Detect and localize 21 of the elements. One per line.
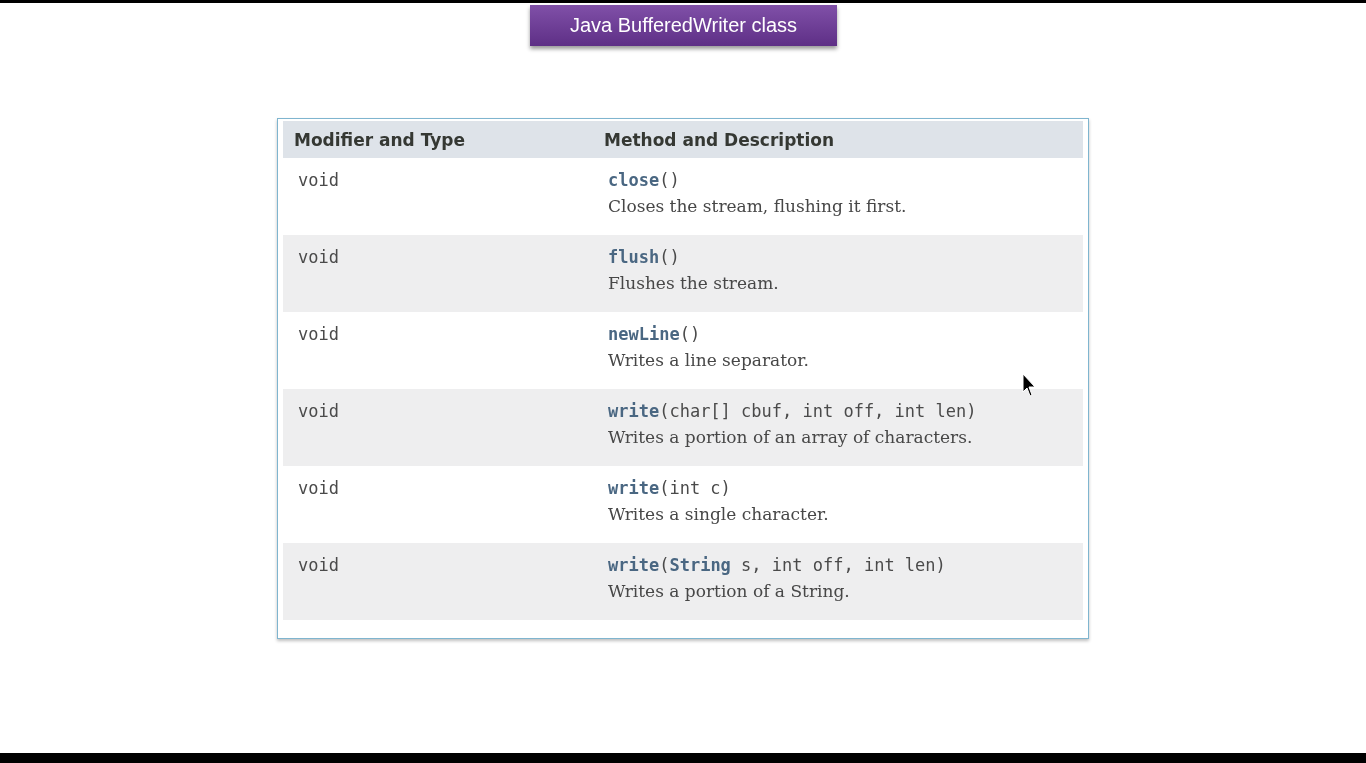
method-signature: close() (608, 170, 680, 190)
method-description: Writes a single character. (608, 504, 829, 524)
method-signature: write(int c) (608, 478, 731, 498)
method-signature: newLine() (608, 324, 701, 344)
type-cell-text: void (297, 555, 340, 575)
method-description: Writes a portion of an array of characters. (608, 427, 973, 447)
column-header: Modifier and Type (293, 129, 467, 150)
method-description: Closes the stream, flushing it first. (608, 196, 907, 216)
slide-title: Java BufferedWriter class (530, 5, 837, 46)
method-signature: write(String s, int off, int len) (608, 555, 946, 575)
method-description: Writes a portion of a String. (608, 581, 850, 601)
method-signature: write(char[] cbuf, int off, int len) (608, 401, 977, 421)
type-cell-text: void (297, 170, 340, 190)
type-cell-text: void (297, 247, 340, 267)
type-cell-text: void (297, 478, 340, 498)
type-cell-text: void (297, 401, 340, 421)
method-description: Writes a line separator. (608, 350, 809, 370)
type-cell-text: void (297, 324, 340, 344)
method-description: Flushes the stream. (608, 273, 779, 293)
column-header: Method and Description (603, 129, 836, 150)
method-signature: flush() (608, 247, 680, 267)
